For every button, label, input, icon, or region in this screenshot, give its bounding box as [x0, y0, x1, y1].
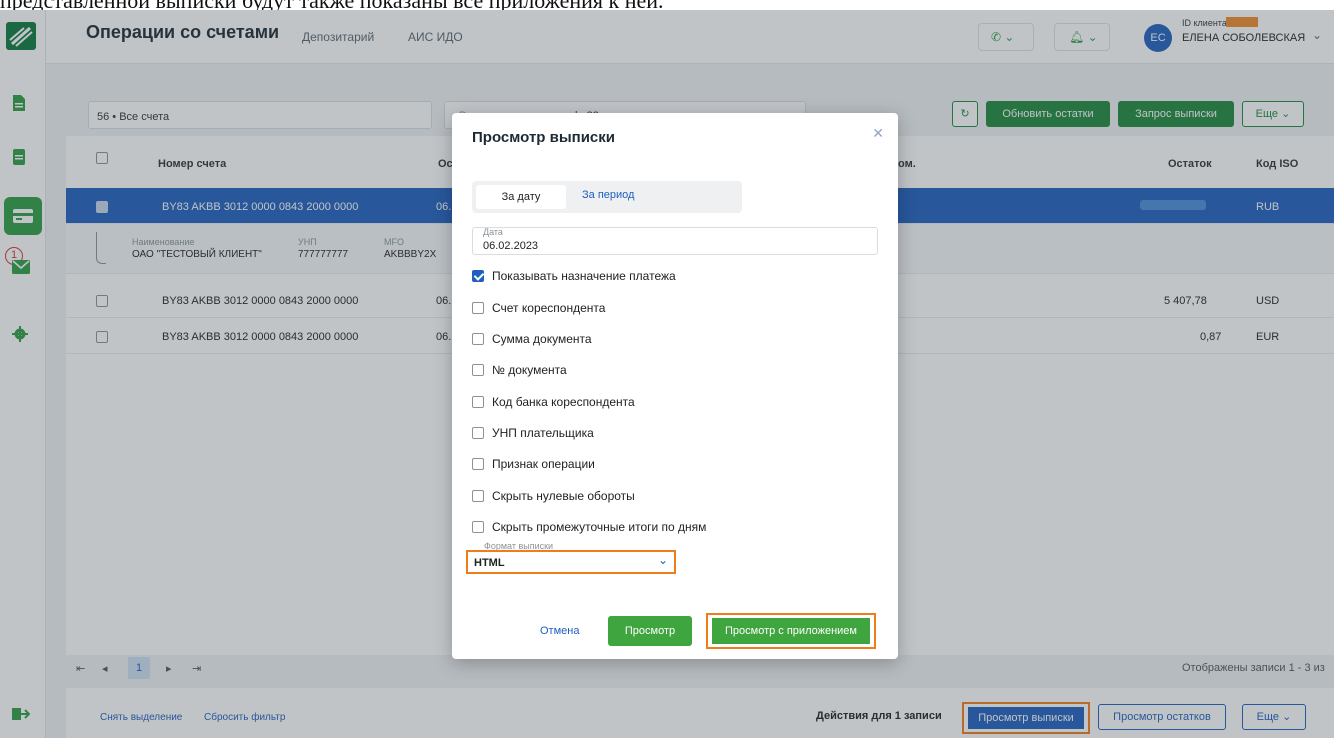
option-label: Счет кореспондента: [492, 301, 606, 315]
view-button[interactable]: Просмотр: [608, 616, 692, 646]
checkbox[interactable]: [472, 427, 484, 439]
document-caption: представленной выписки будут также показ…: [0, 0, 1334, 10]
option-label: УНП плательщика: [492, 426, 594, 440]
date-label: Дата: [483, 227, 503, 237]
cancel-button[interactable]: Отмена: [540, 625, 579, 637]
checkbox[interactable]: [472, 396, 484, 408]
statement-view-dialog: Просмотр выписки ✕ За дату За период Дат…: [452, 113, 898, 659]
highlight-frame: Просмотр с приложением: [706, 613, 876, 649]
tab-by-period[interactable]: За период: [582, 189, 634, 201]
format-value: HTML: [474, 557, 505, 569]
chevron-down-icon: ⌄: [657, 553, 668, 567]
checkbox[interactable]: [472, 458, 484, 470]
date-field[interactable]: Дата 06.02.2023: [472, 227, 878, 255]
option-label: Скрыть нулевые обороты: [492, 489, 635, 503]
option-label: № документа: [492, 363, 567, 377]
checkbox[interactable]: [472, 490, 484, 502]
close-icon[interactable]: ✕: [872, 125, 884, 142]
format-select[interactable]: HTML ⌄: [466, 550, 676, 574]
option-label: Сумма документа: [492, 332, 592, 346]
date-mode-tabs: За дату За период: [472, 181, 742, 213]
checkbox[interactable]: [472, 302, 484, 314]
dialog-title: Просмотр выписки: [472, 129, 615, 146]
tab-by-date[interactable]: За дату: [476, 185, 566, 209]
option-label: Показывать назначение платежа: [492, 269, 676, 283]
option-label: Код банка кореспондента: [492, 395, 635, 409]
checkbox[interactable]: [472, 333, 484, 345]
view-with-attachments-button[interactable]: Просмотр с приложением: [712, 618, 870, 644]
option-label: Скрыть промежуточные итоги по дням: [492, 520, 707, 534]
option-label: Признак операции: [492, 457, 595, 471]
checkbox[interactable]: [472, 521, 484, 533]
date-value[interactable]: 06.02.2023: [483, 240, 538, 252]
checkbox[interactable]: [472, 364, 484, 376]
checkbox[interactable]: [472, 270, 484, 282]
